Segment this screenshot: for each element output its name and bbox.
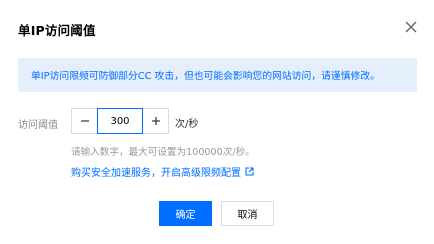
decrement-button[interactable] xyxy=(71,108,97,134)
increment-button[interactable] xyxy=(143,108,169,134)
confirm-button[interactable]: 确定 xyxy=(159,201,212,226)
minus-icon xyxy=(80,120,89,122)
dialog-title: 单IP访问阈值 xyxy=(18,23,96,38)
external-link-icon xyxy=(245,167,254,176)
threshold-stepper xyxy=(71,108,169,134)
threshold-input[interactable] xyxy=(97,108,143,134)
upgrade-link-text: 购买安全加速服务，开启高级限频配置 xyxy=(71,168,241,179)
threshold-dialog: 单IP访问阈值 单IP访问限频可防御部分CC 攻击，但也可能会影响您的网站访问，… xyxy=(0,0,434,244)
info-notice: 单IP访问限频可防御部分CC 攻击，但也可能会影响您的网站访问，请谨慎修改。 xyxy=(18,58,417,92)
unit-label: 次/秒 xyxy=(175,119,199,130)
close-icon[interactable] xyxy=(404,20,418,34)
cancel-button[interactable]: 取消 xyxy=(221,201,274,226)
notice-text: 单IP访问限频可防御部分CC 攻击，但也可能会影响您的网站访问，请谨慎修改。 xyxy=(31,71,380,82)
input-hint: 请输入数字，最大可设置为100000次/秒。 xyxy=(71,147,255,158)
upgrade-link[interactable]: 购买安全加速服务，开启高级限频配置 xyxy=(71,164,254,179)
plus-icon xyxy=(151,117,160,125)
threshold-label: 访问阈值 xyxy=(18,120,58,131)
